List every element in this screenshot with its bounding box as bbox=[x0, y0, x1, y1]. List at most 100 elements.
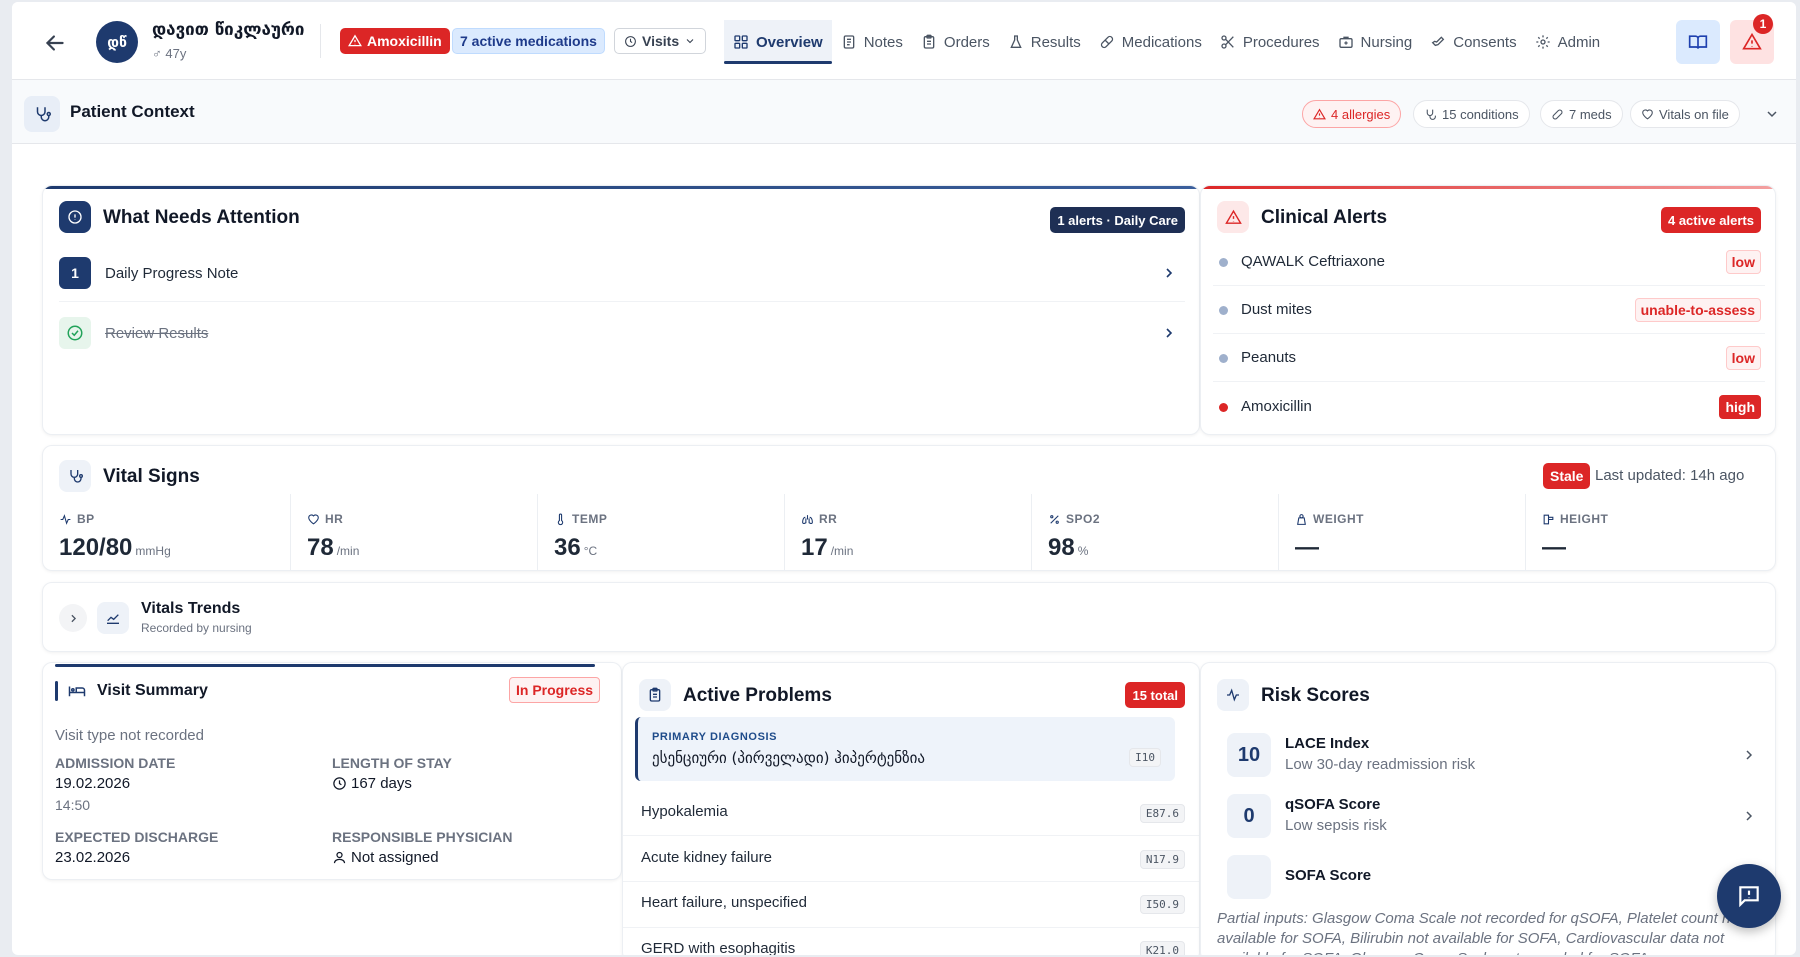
ruler-icon bbox=[1543, 514, 1554, 524]
tab-medications[interactable]: Medications bbox=[1090, 20, 1211, 64]
alert-name[interactable]: Dust mites bbox=[1241, 301, 1312, 318]
meds-chip[interactable]: 7 meds bbox=[1540, 100, 1623, 128]
clock-icon bbox=[333, 777, 346, 790]
primary-diagnosis[interactable]: PRIMARY DIAGNOSIS ესენციური (პირველადი) … bbox=[635, 717, 1175, 781]
vital-value: 36 °C bbox=[554, 534, 598, 561]
card-accent bbox=[1201, 186, 1775, 189]
problems-total-badge: 15 total bbox=[1125, 682, 1185, 708]
allergy-pill-label: Amoxicillin bbox=[367, 33, 442, 49]
tab-procedures[interactable]: Procedures bbox=[1211, 20, 1329, 64]
score-name[interactable]: LACE Index bbox=[1285, 735, 1369, 752]
tab-bar: Overview Notes Orders Results Medication… bbox=[724, 20, 1609, 64]
patient-context-bar[interactable]: Patient Context 4 allergies 15 condition… bbox=[12, 80, 1796, 144]
tab-results[interactable]: Results bbox=[999, 20, 1090, 64]
tab-consents[interactable]: Consents bbox=[1421, 20, 1525, 64]
expected-discharge-label: EXPECTED DISCHARGE bbox=[55, 829, 219, 845]
back-arrow-icon[interactable] bbox=[42, 30, 68, 56]
visit-status-badge: In Progress bbox=[509, 677, 601, 703]
reference-button[interactable] bbox=[1676, 20, 1720, 64]
patient-header: დწ დავით წიკლაური ♂ 47y Amoxicillin 7 ac… bbox=[12, 2, 1796, 80]
attention-title: What Needs Attention bbox=[103, 207, 300, 228]
tab-label: Admin bbox=[1557, 33, 1601, 51]
visits-dropdown[interactable]: Visits bbox=[614, 28, 707, 54]
problem-item[interactable]: Hypokalemia bbox=[641, 803, 728, 820]
tab-admin[interactable]: Admin bbox=[1526, 20, 1610, 64]
tab-label: Notes bbox=[863, 33, 903, 51]
app-frame: დწ დავით წიკლაური ♂ 47y Amoxicillin 7 ac… bbox=[12, 2, 1796, 955]
visit-summary-title: Visit Summary bbox=[97, 682, 208, 699]
divider bbox=[59, 301, 1185, 302]
heart-pulse-icon bbox=[1642, 108, 1653, 119]
vital-value: — bbox=[1295, 534, 1319, 561]
conditions-chip[interactable]: 15 conditions bbox=[1413, 100, 1530, 128]
thermometer-icon bbox=[557, 513, 564, 525]
problem-item[interactable]: Heart failure, unspecified bbox=[641, 894, 807, 911]
vital-spo2[interactable]: SPO2 98% bbox=[1031, 494, 1278, 570]
clinical-alerts-title: Clinical Alerts bbox=[1261, 207, 1388, 228]
vital-weight[interactable]: WEIGHT — bbox=[1278, 494, 1525, 570]
vitals-chip[interactable]: Vitals on file bbox=[1630, 100, 1740, 128]
vital-bp[interactable]: BP 120/80 mmHg bbox=[43, 494, 290, 570]
alert-name[interactable]: Peanuts bbox=[1241, 349, 1296, 366]
vital-label: TEMP bbox=[554, 512, 607, 526]
vital-height[interactable]: HEIGHT — bbox=[1525, 494, 1775, 570]
card-accent bbox=[55, 664, 595, 667]
avatar[interactable]: დწ bbox=[96, 21, 138, 63]
info-icon bbox=[59, 201, 91, 233]
chat-fab-button[interactable] bbox=[1717, 864, 1781, 928]
severity-badge: high bbox=[1719, 395, 1761, 419]
tab-overview[interactable]: Overview bbox=[724, 20, 832, 64]
attention-item-label[interactable]: Review Results bbox=[105, 325, 208, 342]
orders-icon bbox=[923, 34, 935, 49]
vital-hr[interactable]: HR 78/min bbox=[290, 494, 537, 570]
visits-label: Visits bbox=[642, 33, 680, 49]
chevron-right-icon[interactable] bbox=[1161, 265, 1177, 281]
icd-code: I50.9 bbox=[1139, 895, 1185, 914]
attention-item-label[interactable]: Daily Progress Note bbox=[105, 265, 238, 282]
tab-label: Medications bbox=[1121, 33, 1202, 51]
tab-label: Results bbox=[1030, 33, 1081, 51]
chevron-right-icon[interactable] bbox=[1741, 808, 1757, 824]
problem-item[interactable]: GERD with esophagitis bbox=[641, 940, 795, 955]
chevron-down-icon[interactable] bbox=[1764, 106, 1780, 122]
chevron-right-icon[interactable] bbox=[1161, 325, 1177, 341]
vitals-trends-card[interactable]: Vitals Trends Recorded by nursing bbox=[42, 582, 1776, 652]
patient-context-title: Patient Context bbox=[70, 102, 195, 121]
warning-icon bbox=[1313, 107, 1326, 119]
vital-signs-title: Vital Signs bbox=[103, 466, 200, 487]
alert-name[interactable]: QAWALK Ceftriaxone bbox=[1241, 253, 1385, 270]
icd-code: I10 bbox=[1129, 748, 1161, 767]
tab-nursing[interactable]: Nursing bbox=[1329, 20, 1422, 64]
tab-notes[interactable]: Notes bbox=[832, 20, 912, 64]
warning-icon bbox=[348, 34, 362, 47]
check-circle-icon bbox=[59, 317, 91, 349]
score-name[interactable]: qSOFA Score bbox=[1285, 796, 1380, 813]
admission-date-label: ADMISSION DATE bbox=[55, 755, 176, 771]
vital-temp[interactable]: TEMP 36 °C bbox=[537, 494, 784, 570]
alert-dot bbox=[1219, 258, 1228, 267]
pill-icon bbox=[1552, 108, 1563, 120]
vital-value: 98% bbox=[1048, 534, 1089, 561]
divider bbox=[623, 835, 1199, 836]
tab-orders[interactable]: Orders bbox=[912, 20, 999, 64]
length-of-stay-label: LENGTH OF STAY bbox=[332, 755, 452, 771]
problem-item[interactable]: Acute kidney failure bbox=[641, 849, 772, 866]
nursing-icon bbox=[1338, 36, 1353, 48]
bed-icon bbox=[68, 686, 86, 697]
risk-scores-card: Risk Scores 10 LACE Index Low 30-day rea… bbox=[1200, 662, 1776, 955]
active-problems-card: Active Problems 15 total PRIMARY DIAGNOS… bbox=[622, 662, 1200, 955]
chevron-right-icon[interactable] bbox=[59, 604, 87, 632]
alert-name[interactable]: Amoxicillin bbox=[1241, 398, 1312, 415]
vital-label: RR bbox=[801, 512, 837, 526]
active-medications-pill[interactable]: 7 active medications bbox=[452, 28, 605, 54]
responsible-physician: Not assigned bbox=[332, 849, 439, 866]
risk-scores-title: Risk Scores bbox=[1261, 685, 1370, 706]
last-updated: Last updated: 14h ago bbox=[1595, 467, 1745, 484]
vital-rr[interactable]: RR 17/min bbox=[784, 494, 1031, 570]
score-name[interactable]: SOFA Score bbox=[1285, 867, 1371, 884]
chevron-right-icon[interactable] bbox=[1741, 747, 1757, 763]
admission-time: 14:50 bbox=[55, 797, 91, 813]
allergy-pill[interactable]: Amoxicillin bbox=[340, 28, 450, 54]
vital-label: BP bbox=[59, 512, 95, 526]
allergies-chip[interactable]: 4 allergies bbox=[1302, 100, 1402, 128]
